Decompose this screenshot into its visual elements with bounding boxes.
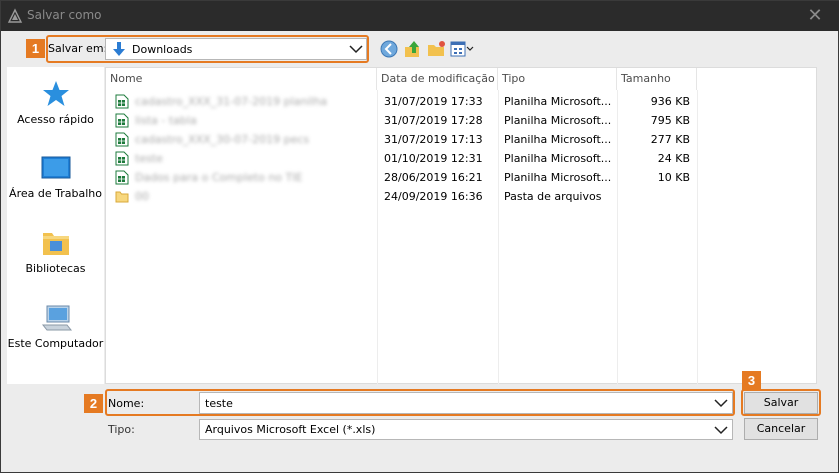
- place-quick-access[interactable]: Acesso rápido: [7, 79, 104, 126]
- folder-icon: [115, 191, 129, 203]
- chevron-down-icon[interactable]: [714, 423, 728, 437]
- save-button[interactable]: Salvar: [744, 392, 818, 414]
- save-in-label: Salvar em:: [48, 42, 108, 55]
- file-type-value: Arquivos Microsoft Excel (*.xls): [205, 423, 376, 436]
- file-row[interactable]: cadastro_XXX_30-07-2019 pecs 31/07/2019 …: [106, 130, 818, 149]
- window-title: Salvar como: [27, 8, 102, 22]
- place-label: Área de Trabalho: [9, 187, 102, 200]
- chevron-down-icon[interactable]: [714, 396, 728, 410]
- up-folder-icon[interactable]: [403, 39, 423, 59]
- place-libraries[interactable]: Bibliotecas: [7, 228, 104, 275]
- file-type: Planilha Microsoft...: [504, 171, 612, 184]
- title-bar: Salvar como ✕: [1, 1, 839, 31]
- file-name-value: teste: [205, 397, 233, 410]
- step-badge-2: 2: [84, 394, 103, 413]
- place-this-pc[interactable]: Este Computador: [7, 303, 104, 350]
- step-badge-1: 1: [26, 39, 45, 58]
- app-icon: [7, 8, 23, 23]
- file-name-label: Nome:: [108, 397, 145, 410]
- file-row[interactable]: lista - tabla 31/07/2019 17:28 Planilha …: [106, 111, 818, 130]
- file-name: lista - tabla: [135, 114, 197, 127]
- file-row[interactable]: cadastro_XXX_31-07-2019 planilha 31/07/2…: [106, 92, 818, 111]
- file-row[interactable]: 00 24/09/2019 16:36 Pasta de arquivos: [106, 187, 818, 206]
- back-icon[interactable]: [379, 39, 399, 59]
- file-date: 24/09/2019 16:36: [384, 190, 483, 203]
- file-type-dropdown[interactable]: Arquivos Microsoft Excel (*.xls): [199, 419, 733, 440]
- save-in-dropdown[interactable]: Downloads: [105, 38, 367, 60]
- excel-file-icon: [115, 132, 129, 147]
- view-menu-icon[interactable]: [449, 39, 475, 59]
- file-date: 31/07/2019 17:28: [384, 114, 483, 127]
- star-icon: [42, 81, 69, 106]
- file-size: 795 KB: [650, 114, 690, 127]
- place-label: Bibliotecas: [25, 262, 86, 275]
- chevron-down-icon[interactable]: [349, 42, 363, 56]
- file-type: Pasta de arquivos: [504, 190, 602, 203]
- place-label: Este Computador: [7, 337, 104, 350]
- column-header-size[interactable]: Tamanho: [617, 68, 697, 90]
- downloads-arrow-icon: [113, 42, 125, 56]
- desktop-icon: [41, 156, 70, 179]
- file-date: 31/07/2019 17:33: [384, 95, 483, 108]
- excel-file-icon: [115, 94, 129, 109]
- file-type: Planilha Microsoft...: [504, 152, 612, 165]
- excel-file-icon: [115, 113, 129, 128]
- file-type: Planilha Microsoft...: [504, 95, 612, 108]
- file-name: 00: [135, 190, 149, 203]
- file-size: 277 KB: [650, 133, 690, 146]
- file-size: 24 KB: [657, 152, 690, 165]
- place-desktop[interactable]: Área de Trabalho: [7, 153, 104, 200]
- file-name: cadastro_XXX_30-07-2019 pecs: [135, 133, 310, 146]
- close-button[interactable]: ✕: [804, 5, 826, 27]
- file-date: 01/10/2019 12:31: [384, 152, 483, 165]
- file-size: 936 KB: [650, 95, 690, 108]
- new-folder-icon[interactable]: [427, 39, 447, 59]
- file-name: Dados para o Completo no TIE: [135, 171, 303, 184]
- file-name-input[interactable]: teste: [199, 392, 733, 414]
- place-label: Acesso rápido: [17, 113, 94, 126]
- save-as-dialog: Salvar como ✕ 1 Salvar em: Downloads Ace…: [0, 0, 839, 473]
- column-header-date[interactable]: Data de modificação: [377, 68, 498, 90]
- column-header-type[interactable]: Tipo: [498, 68, 617, 90]
- step-badge-3: 3: [742, 371, 761, 390]
- file-type-label: Tipo:: [108, 423, 135, 436]
- computer-icon: [41, 305, 72, 331]
- file-type: Planilha Microsoft...: [504, 133, 612, 146]
- libraries-icon: [42, 233, 69, 255]
- file-size: 10 KB: [657, 171, 690, 184]
- file-type: Planilha Microsoft...: [504, 114, 612, 127]
- places-bar: Acesso rápido Área de Trabalho Bibliotec…: [7, 67, 104, 384]
- column-header-name[interactable]: Nome: [106, 68, 377, 90]
- file-name: cadastro_XXX_31-07-2019 planilha: [135, 95, 328, 108]
- cancel-button[interactable]: Cancelar: [744, 418, 818, 440]
- file-date: 31/07/2019 17:13: [384, 133, 483, 146]
- file-row[interactable]: Dados para o Completo no TIE 28/06/2019 …: [106, 168, 818, 187]
- file-date: 28/06/2019 16:21: [384, 171, 483, 184]
- file-row[interactable]: teste 01/10/2019 12:31 Planilha Microsof…: [106, 149, 818, 168]
- file-list[interactable]: Nome Data de modificação Tipo Tamanho ca…: [105, 67, 818, 385]
- excel-file-icon: [115, 151, 129, 166]
- file-name: teste: [135, 152, 163, 165]
- save-in-value: Downloads: [132, 43, 193, 56]
- excel-file-icon: [115, 170, 129, 185]
